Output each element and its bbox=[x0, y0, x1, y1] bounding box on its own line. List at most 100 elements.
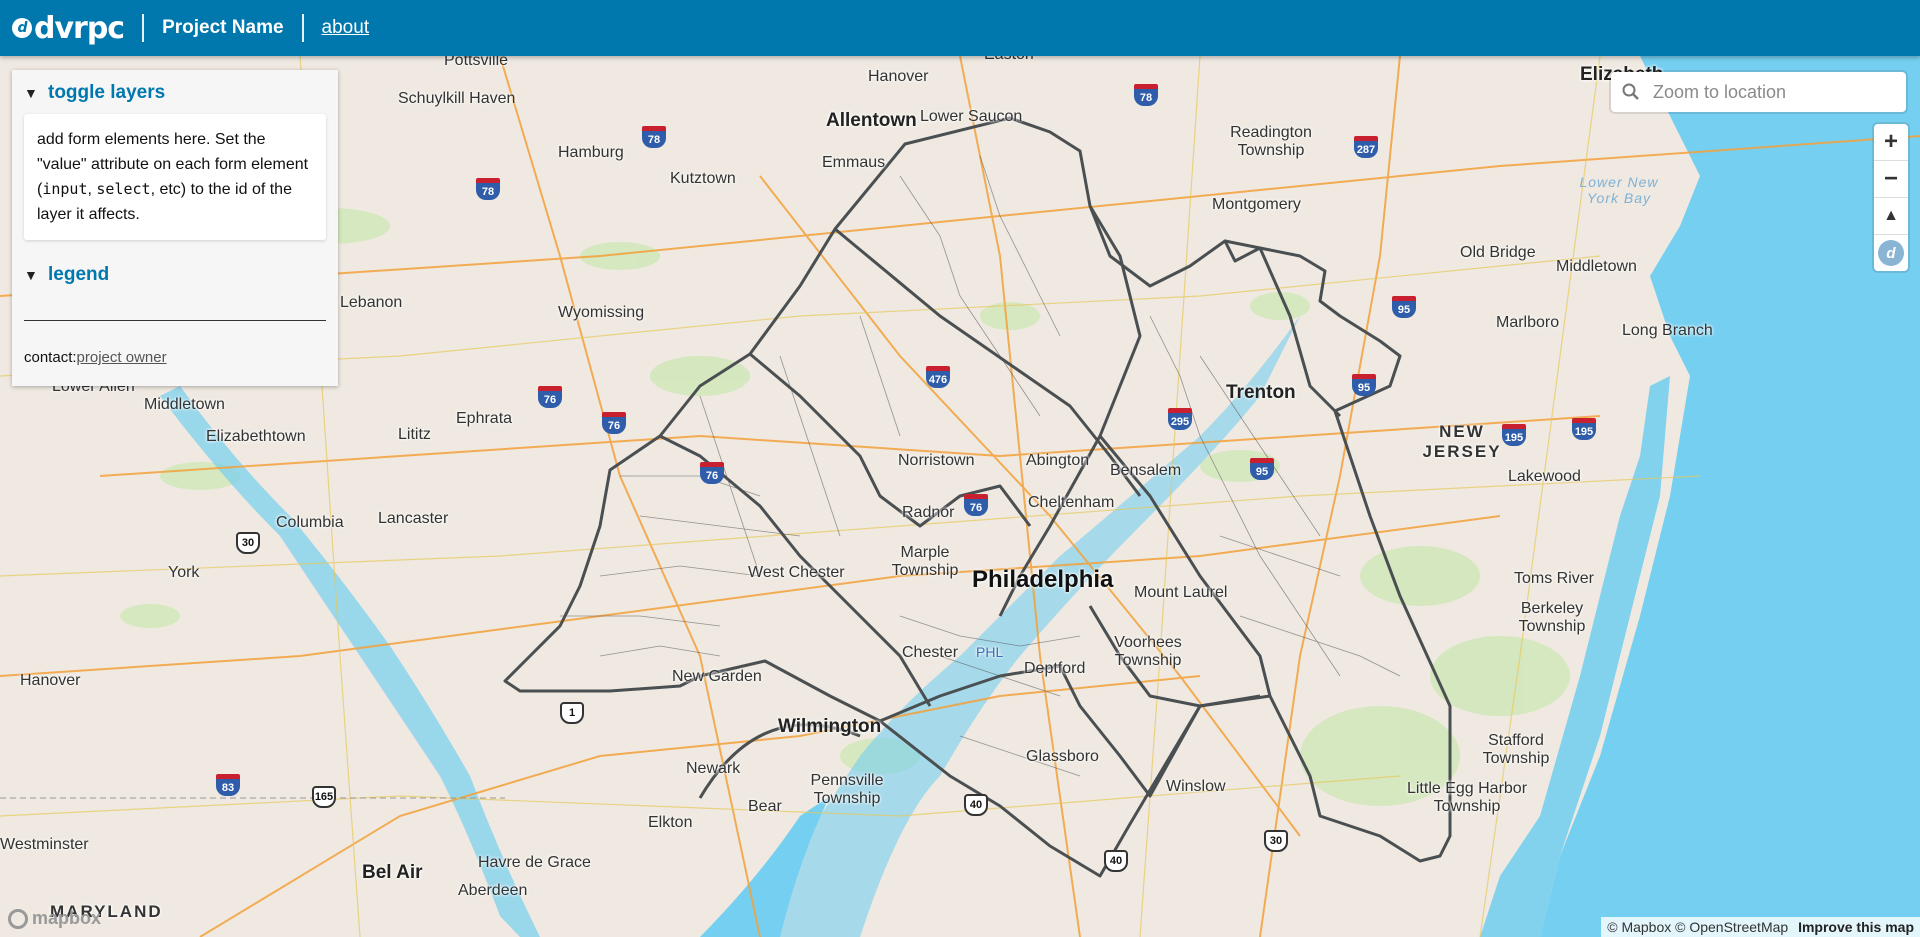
location-search[interactable] bbox=[1611, 72, 1906, 112]
contact-link[interactable]: project owner bbox=[77, 349, 167, 366]
us-route-shield: 165 bbox=[312, 786, 336, 808]
interstate-shield: 76 bbox=[602, 412, 626, 434]
map-label-little-egg-harbor: Little Egg Harbor Township bbox=[1406, 780, 1528, 815]
interstate-shield: 195 bbox=[1572, 418, 1596, 440]
toggle-layers-header[interactable]: ▼ toggle layers bbox=[12, 70, 338, 104]
map-label-west-chester: West Chester bbox=[748, 564, 845, 581]
mapbox-logo[interactable]: mapbox bbox=[8, 908, 101, 929]
map-label-elizabethtown: Elizabethtown bbox=[206, 428, 306, 445]
improve-map-link[interactable]: Improve this map bbox=[1798, 919, 1914, 935]
map-label-schuylkill-haven: Schuylkill Haven bbox=[398, 90, 516, 107]
zoom-out-button[interactable]: − bbox=[1874, 161, 1908, 198]
map-label-columbia: Columbia bbox=[276, 514, 344, 531]
map-label-winslow: Winslow bbox=[1166, 778, 1226, 795]
map-label-allentown: Allentown bbox=[826, 110, 917, 131]
interstate-shield: 287 bbox=[1354, 136, 1378, 158]
map-label-norristown: Norristown bbox=[898, 452, 975, 469]
sidebar-panel: ▼ toggle layers add form elements here. … bbox=[12, 70, 338, 386]
interstate-shield: 78 bbox=[476, 178, 500, 200]
zoom-in-button[interactable]: + bbox=[1874, 124, 1908, 161]
map-label-middletown-pa: Middletown bbox=[144, 396, 225, 413]
map-label-pottsville: Pottsville bbox=[444, 56, 509, 69]
us-route-shield: 1 bbox=[560, 702, 584, 724]
map-label-aberdeen: Aberdeen bbox=[458, 882, 528, 899]
dvrpc-icon: d bbox=[1878, 240, 1904, 266]
map-label-new-jersey: NEW JERSEY bbox=[1422, 422, 1502, 461]
attribution-osm[interactable]: © OpenStreetMap bbox=[1675, 919, 1788, 935]
us-route-shield: 40 bbox=[1104, 850, 1128, 872]
expand-triangle-icon: ▼ bbox=[24, 267, 38, 283]
map-label-bel-air: Bel Air bbox=[362, 862, 423, 883]
interstate-shield: 295 bbox=[1168, 408, 1192, 430]
interstate-shield: 76 bbox=[538, 386, 562, 408]
dvrpc-logo[interactable]: d dvrpc bbox=[12, 11, 125, 46]
map-label-readington: Readington Township bbox=[1230, 124, 1312, 159]
map-label-philadelphia: Philadelphia bbox=[972, 566, 1114, 593]
map-label-berkeley: Berkeley Township bbox=[1518, 600, 1586, 635]
search-icon bbox=[1611, 83, 1651, 101]
map-label-lancaster: Lancaster bbox=[378, 510, 449, 527]
map-label-bear: Bear bbox=[748, 798, 782, 815]
us-route-shield: 40 bbox=[964, 794, 988, 816]
attribution-mapbox[interactable]: © Mapbox bbox=[1607, 919, 1671, 935]
legend-header[interactable]: ▼ legend bbox=[12, 240, 338, 286]
legend-divider bbox=[24, 320, 326, 321]
interstate-shield: 76 bbox=[700, 462, 724, 484]
contact-label: contact: bbox=[24, 349, 77, 366]
map-label-trenton: Trenton bbox=[1226, 382, 1296, 403]
map-label-marple: Marple Township bbox=[891, 544, 959, 579]
map-label-toms-river: Toms River bbox=[1514, 570, 1595, 587]
dvrpc-extent-button[interactable]: d bbox=[1874, 235, 1908, 271]
map-label-phl-airport: PHL bbox=[976, 644, 1004, 660]
map-label-wyomissing: Wyomissing bbox=[558, 304, 645, 321]
interstate-shield: 83 bbox=[216, 774, 240, 796]
us-route-shield: 30 bbox=[1264, 830, 1288, 852]
interstate-shield: 95 bbox=[1250, 458, 1274, 480]
expand-triangle-icon: ▼ bbox=[24, 85, 38, 101]
map-label-hamburg: Hamburg bbox=[558, 144, 624, 161]
map-label-radnor: Radnor bbox=[902, 504, 955, 521]
map-controls: + − ▲ d bbox=[1874, 124, 1908, 271]
dvrpc-logo-icon: d bbox=[12, 18, 32, 38]
code-input: input bbox=[42, 180, 88, 198]
interstate-shield: 76 bbox=[964, 494, 988, 516]
interstate-shield: 95 bbox=[1392, 296, 1416, 318]
legend-title: legend bbox=[48, 264, 110, 285]
header-divider bbox=[142, 14, 145, 42]
map-label-middletown-nj: Middletown bbox=[1556, 258, 1637, 275]
map-label-abington: Abington bbox=[1026, 452, 1090, 469]
map-label-kutztown: Kutztown bbox=[670, 170, 736, 187]
us-route-shield: 30 bbox=[236, 532, 260, 554]
search-input[interactable] bbox=[1651, 80, 1895, 104]
map-label-easton: Easton bbox=[984, 56, 1034, 64]
about-link[interactable]: about bbox=[322, 17, 370, 39]
map-label-hanover-pa: Hanover bbox=[20, 672, 81, 689]
interstate-shield: 78 bbox=[1134, 84, 1158, 106]
map-label-marlboro: Marlboro bbox=[1496, 314, 1560, 331]
map-label-new-garden: New Garden bbox=[672, 668, 762, 685]
code-select: select bbox=[96, 180, 151, 198]
map-label-wilmington: Wilmington bbox=[778, 716, 882, 737]
app-header: d dvrpc Project Name about bbox=[0, 0, 1920, 56]
map-label-newark: Newark bbox=[686, 760, 741, 777]
map-label-chester: Chester bbox=[902, 644, 959, 661]
map-label-mount-laurel: Mount Laurel bbox=[1134, 584, 1228, 601]
map-label-lakewood: Lakewood bbox=[1508, 468, 1581, 485]
contact-line: contact:project owner bbox=[24, 349, 338, 366]
header-divider bbox=[301, 14, 304, 42]
map-label-havre-de-grace: Havre de Grace bbox=[478, 854, 591, 871]
map-label-stafford: Stafford Township bbox=[1482, 732, 1550, 767]
toggle-layers-content: add form elements here. Set the "value" … bbox=[24, 114, 326, 240]
map-label-montgomery: Montgomery bbox=[1212, 196, 1301, 213]
map-label-york: York bbox=[168, 564, 200, 581]
map-label-deptford: Deptford bbox=[1024, 660, 1086, 677]
map-label-elkton: Elkton bbox=[648, 814, 693, 831]
interstate-shield: 195 bbox=[1502, 424, 1526, 446]
map-label-pennsville: Pennsville Township bbox=[810, 772, 884, 807]
interstate-shield: 95 bbox=[1352, 374, 1376, 396]
map-label-ephrata: Ephrata bbox=[456, 410, 513, 427]
map-label-old-bridge: Old Bridge bbox=[1460, 244, 1536, 261]
project-name: Project Name bbox=[162, 17, 284, 38]
compass-button[interactable]: ▲ bbox=[1874, 198, 1908, 235]
map-label-long-branch: Long Branch bbox=[1622, 322, 1713, 339]
